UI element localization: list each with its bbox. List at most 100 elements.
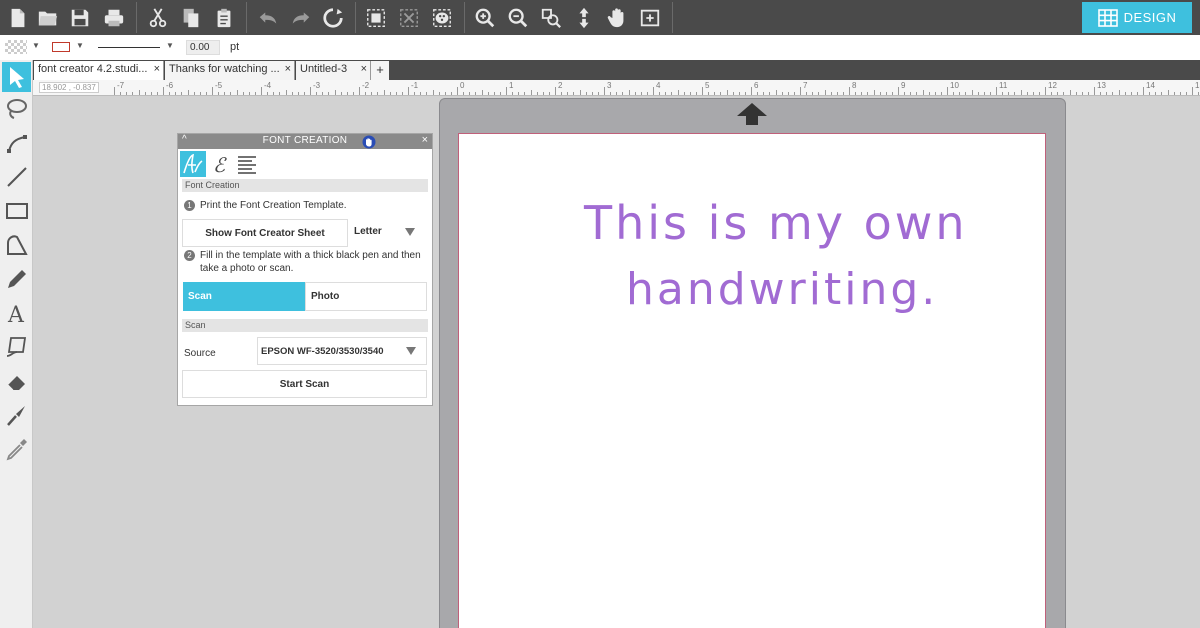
ruler-minor-tick xyxy=(1112,92,1114,95)
ruler-minor-tick xyxy=(279,92,281,95)
ruler-minor-tick xyxy=(273,92,275,95)
ruler-minor-tick xyxy=(187,90,189,95)
close-icon[interactable]: × xyxy=(422,134,428,146)
ungroup-icon[interactable] xyxy=(395,4,423,32)
ruler-minor-tick xyxy=(579,90,581,95)
ruler-minor-tick xyxy=(812,92,814,95)
eraser-tool-icon[interactable] xyxy=(2,366,31,396)
ruler-major-tick xyxy=(1143,87,1144,95)
grid-icon xyxy=(1097,8,1118,27)
ruler-major-tick xyxy=(751,87,752,95)
photo-toggle[interactable]: Photo xyxy=(305,282,427,311)
ruler-minor-tick xyxy=(1038,92,1040,95)
zoom-fit-icon[interactable] xyxy=(537,4,565,32)
ruler-minor-tick xyxy=(689,92,691,95)
ruler-minor-tick xyxy=(916,92,918,95)
ruler-minor-tick xyxy=(1087,92,1089,95)
pencil-tool-icon[interactable] xyxy=(2,264,31,294)
font-edit-tab-icon[interactable]: ℰ xyxy=(208,151,234,177)
design-mode-button[interactable]: DESIGN xyxy=(1082,2,1192,33)
tab-font-creator[interactable]: font creator 4.2.studi... × xyxy=(34,61,164,80)
handwriting-line-1[interactable]: This is my own xyxy=(584,196,968,250)
ruler-minor-tick xyxy=(665,92,667,95)
toolbar-separator xyxy=(246,2,247,33)
ruler-minor-tick xyxy=(677,90,679,95)
text-tool-icon[interactable]: A xyxy=(2,298,31,328)
tab-untitled-3[interactable]: Untitled-3 × xyxy=(296,61,371,80)
cut-icon[interactable] xyxy=(144,4,172,32)
close-icon[interactable]: × xyxy=(285,63,291,75)
ruler-major-tick xyxy=(163,87,164,95)
ruler-minor-tick xyxy=(1149,92,1151,95)
redo-icon[interactable] xyxy=(287,4,315,32)
add-tab-button[interactable]: + xyxy=(371,61,389,80)
ruler-minor-tick xyxy=(769,92,771,95)
eyedropper-tool-icon[interactable] xyxy=(2,434,31,464)
new-file-icon[interactable] xyxy=(4,4,32,32)
line-style-sample[interactable] xyxy=(98,47,160,48)
start-scan-button[interactable]: Start Scan xyxy=(182,370,427,398)
scan-toggle[interactable]: Scan xyxy=(183,282,305,311)
text-on-path-tool-icon[interactable] xyxy=(2,332,31,362)
ruler-minor-tick xyxy=(567,92,569,95)
ruler-minor-tick xyxy=(1167,90,1169,95)
tab-thanks-for-watching[interactable]: Thanks for watching ... × xyxy=(165,61,295,80)
text-lines-tab-icon[interactable] xyxy=(234,151,260,177)
font-creation-tab-icon[interactable] xyxy=(180,151,206,177)
group-icon[interactable] xyxy=(362,4,390,32)
ruler-minor-tick xyxy=(922,90,924,95)
ruler-minor-tick xyxy=(138,90,140,95)
paste-icon[interactable] xyxy=(210,4,238,32)
step-1-text: Print the Font Creation Template. xyxy=(200,200,347,211)
cursor-coordinates: 18.902 , -0.837 xyxy=(39,82,99,93)
edit-points-tool-icon[interactable] xyxy=(2,128,31,158)
ruler-minor-tick xyxy=(316,92,318,95)
ruler-minor-tick xyxy=(524,92,526,95)
fill-pattern-swatch[interactable] xyxy=(5,40,27,54)
ruler-minor-tick xyxy=(346,92,348,95)
chevron-down-icon[interactable] xyxy=(405,228,415,236)
save-icon[interactable] xyxy=(66,4,94,32)
chevron-down-icon[interactable]: ▼ xyxy=(166,41,174,50)
select-tool-icon[interactable] xyxy=(2,62,31,92)
panel-header[interactable]: ^ FONT CREATION × xyxy=(178,134,432,149)
move-icon[interactable] xyxy=(570,4,598,32)
zoom-out-icon[interactable] xyxy=(504,4,532,32)
undo-icon[interactable] xyxy=(254,4,282,32)
paper-size-select[interactable]: Letter xyxy=(354,226,382,237)
ruler-minor-tick xyxy=(818,92,820,95)
feed-direction-arrow-icon xyxy=(737,103,767,125)
line-tool-icon[interactable] xyxy=(2,162,31,192)
fill-palette-icon[interactable] xyxy=(428,4,456,32)
chevron-down-icon[interactable]: ▼ xyxy=(76,41,84,50)
toolbar-separator xyxy=(464,2,465,33)
replicate-icon[interactable] xyxy=(319,4,347,32)
toolbar-separator xyxy=(136,2,137,33)
ruler-minor-tick xyxy=(401,92,403,95)
rectangle-tool-icon[interactable] xyxy=(2,196,31,226)
line-width-input[interactable]: 0.00 xyxy=(186,40,220,55)
drag-hand-cursor-icon xyxy=(362,135,376,149)
lasso-tool-icon[interactable] xyxy=(2,94,31,124)
knife-tool-icon[interactable] xyxy=(2,400,31,430)
handwriting-line-2[interactable]: handwriting. xyxy=(626,264,938,315)
show-font-creator-sheet-button[interactable]: Show Font Creator Sheet xyxy=(182,219,348,247)
print-icon[interactable] xyxy=(100,4,128,32)
polygon-tool-icon[interactable] xyxy=(2,230,31,260)
ruler-minor-tick xyxy=(683,92,685,95)
chevron-down-icon[interactable] xyxy=(406,347,416,355)
scanner-source-select[interactable]: EPSON WF-3520/3530/3540 xyxy=(257,337,427,365)
open-folder-icon[interactable] xyxy=(34,4,62,32)
pan-hand-icon[interactable] xyxy=(603,4,631,32)
add-page-icon[interactable] xyxy=(636,4,664,32)
close-icon[interactable]: × xyxy=(361,63,367,75)
close-icon[interactable]: × xyxy=(154,63,160,75)
ruler-label: 8 xyxy=(852,81,857,90)
chevron-down-icon[interactable]: ▼ xyxy=(32,41,40,50)
line-color-swatch[interactable] xyxy=(52,42,70,52)
ruler-minor-tick xyxy=(855,92,857,95)
zoom-in-icon[interactable] xyxy=(471,4,499,32)
ruler-minor-tick xyxy=(714,92,716,95)
ruler-minor-tick xyxy=(610,92,612,95)
copy-icon[interactable] xyxy=(177,4,205,32)
